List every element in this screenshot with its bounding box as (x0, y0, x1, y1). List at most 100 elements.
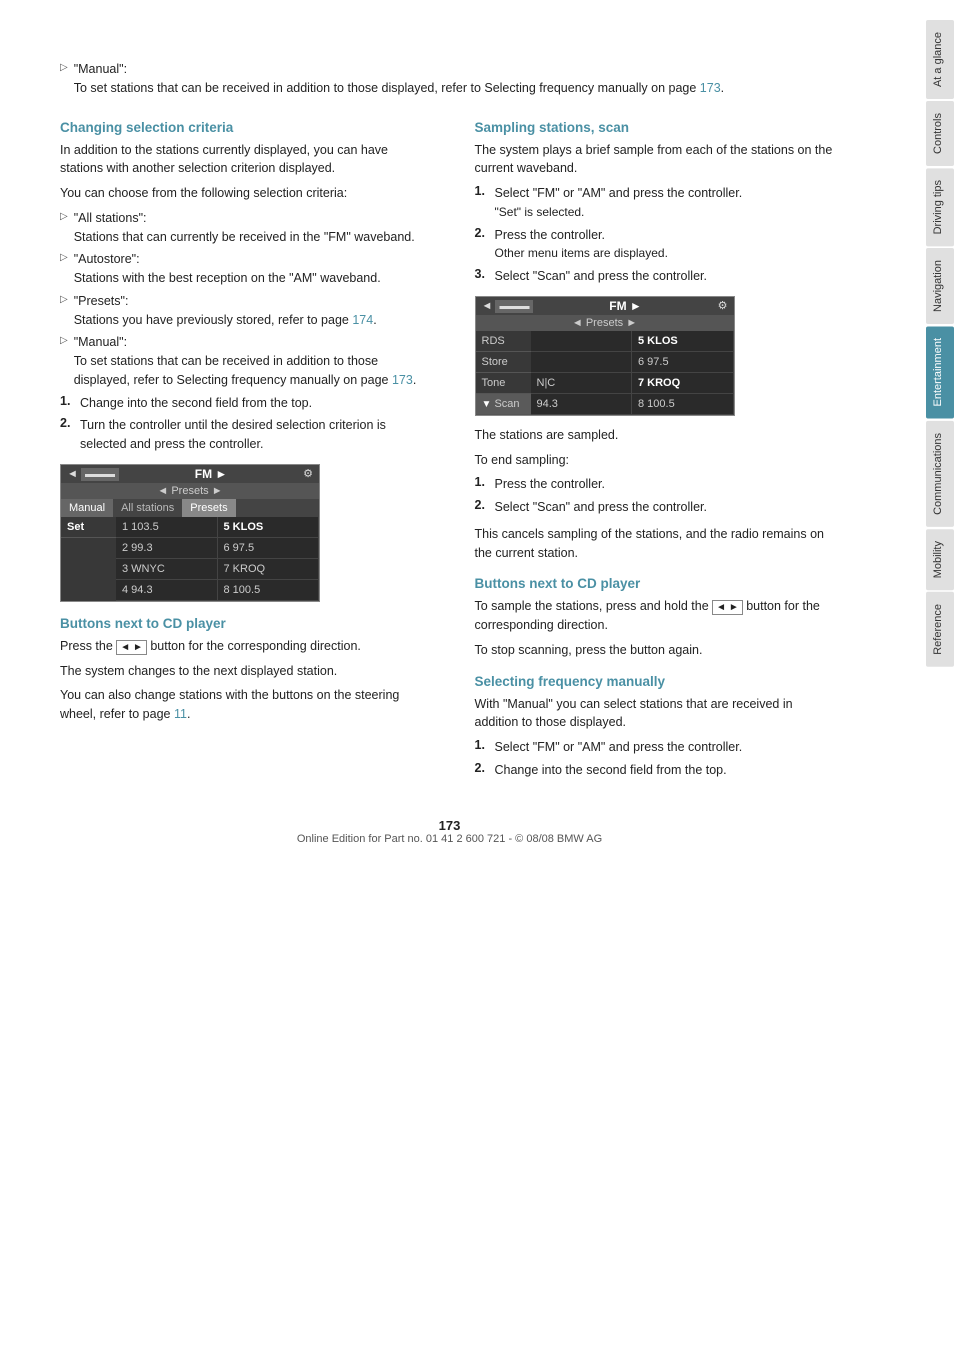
criteria-para1: In addition to the stations currently di… (60, 141, 425, 179)
end-text-1: Press the controller. (495, 475, 605, 494)
bullet-text-1: "All stations": Stations that can curren… (74, 209, 415, 247)
sample-num-2: 2. (475, 226, 495, 240)
selecting-freq-para1: With "Manual" you can select stations th… (475, 695, 840, 733)
stations-sampled: The stations are sampled. (475, 426, 840, 445)
step-num-2: 2. (60, 416, 80, 430)
cell-4-2: 8 100.5 (218, 580, 320, 601)
bullet-presets: ▷ "Presets": Stations you have previousl… (60, 292, 425, 330)
radio-grid-2: 5 KLOS 6 97.5 N|C 7 KROQ 94.3 8 100.5 (531, 331, 734, 415)
intro-bullet-text: "Manual": To set stations that can be re… (74, 60, 724, 98)
radio-top-bar-1: ◄ ▬▬▬ FM ► ⚙ (61, 465, 319, 483)
freq-text-1: Select "FM" or "AM" and press the contro… (495, 738, 743, 757)
sidebar-tab-at-a-glance[interactable]: At a glance (926, 20, 954, 99)
radio-body-1: Set 1 103.5 5 KLOS 2 99.3 6 97.5 3 WNYC … (61, 517, 319, 601)
intro-bullet: ▷ "Manual": To set stations that can be … (60, 60, 839, 98)
sidebar-rds[interactable]: RDS (476, 331, 531, 352)
cell-3-1: 3 WNYC (116, 559, 218, 580)
criteria-steps: 1. Change into the second field from the… (60, 394, 425, 454)
end-num-1: 1. (475, 475, 495, 489)
steering-link[interactable]: 11 (174, 707, 187, 721)
criteria-para2: You can choose from the following select… (60, 184, 425, 203)
sample-num-1: 1. (475, 184, 495, 198)
sampling-para1: The system plays a brief sample from eac… (475, 141, 840, 179)
cell-3-2: 7 KROQ (218, 559, 320, 580)
radio-display-1: ◄ ▬▬▬ FM ► ⚙ ◄ Presets ► Manual All stat… (60, 464, 320, 602)
sidebar-tab-controls[interactable]: Controls (926, 101, 954, 166)
sidebar-scan[interactable]: ▼ Scan (476, 394, 531, 415)
radio-sidebar-2: RDS Store Tone ▼ Scan (476, 331, 531, 415)
freq-step-2: 2. Change into the second field from the… (475, 761, 840, 780)
cell-2-2: 6 97.5 (218, 538, 320, 559)
sidebar-tab-reference[interactable]: Reference (926, 592, 954, 667)
top-bar-fm-2: FM ► (609, 299, 642, 313)
step-text-2: Turn the controller until the desired se… (80, 416, 425, 454)
radio-grid-1: 1 103.5 5 KLOS 2 99.3 6 97.5 3 WNYC 7 KR… (116, 517, 319, 601)
selecting-freq-steps: 1. Select "FM" or "AM" and press the con… (475, 738, 840, 780)
end-step-2: 2. Select "Scan" and press the controlle… (475, 498, 840, 517)
sidebar-tab-mobility[interactable]: Mobility (926, 529, 954, 590)
sampling-heading: Sampling stations, scan (475, 120, 840, 135)
step-1: 1. Change into the second field from the… (60, 394, 425, 413)
freq-num-1: 1. (475, 738, 495, 752)
radio-body-2: RDS Store Tone ▼ Scan 5 KLOS 6 97.5 N|C (476, 331, 734, 415)
cell-4-1: 4 94.3 (116, 580, 218, 601)
left-column: Changing selection criteria In addition … (60, 106, 435, 788)
buttons-cd-left-para1: Press the ◄ ► button for the correspondi… (60, 637, 425, 656)
radio-sidebar-1: Set (61, 517, 116, 601)
step-text-1: Change into the second field from the to… (80, 394, 312, 413)
sidebar-store[interactable]: Store (476, 352, 531, 373)
end-sampling-steps: 1. Press the controller. 2. Select "Scan… (475, 475, 840, 517)
freq-text-2: Change into the second field from the to… (495, 761, 727, 780)
top-bar-icon-2: ⚙ (718, 299, 728, 312)
selecting-freq-heading: Selecting frequency manually (475, 674, 840, 689)
manual-link[interactable]: 173 (392, 373, 413, 387)
right-sidebar: At a glance Controls Driving tips Naviga… (869, 0, 954, 1350)
bullet-arrow-1: ▷ (60, 211, 68, 222)
end-text-2: Select "Scan" and press the controller. (495, 498, 707, 517)
sidebar-tab-navigation[interactable]: Navigation (926, 248, 954, 324)
page-footer: 173 Online Edition for Part no. 01 41 2 … (60, 818, 839, 845)
buttons-cd-right-para2: To stop scanning, press the button again… (475, 641, 840, 660)
sidebar-tone[interactable]: Tone (476, 373, 531, 394)
scan-cell-2-2: 6 97.5 (632, 352, 734, 373)
sampling-steps: 1. Select "FM" or "AM" and press the con… (475, 184, 840, 286)
sample-text-1: Select "FM" or "AM" and press the contro… (495, 184, 743, 222)
end-note: This cancels sampling of the stations, a… (475, 525, 840, 563)
buttons-cd-right-heading: Buttons next to CD player (475, 576, 840, 591)
top-bar-left-2: ◄ ▬▬▬ (482, 300, 534, 312)
radio-second-bar-1: ◄ Presets ► (61, 483, 319, 499)
step-num-1: 1. (60, 394, 80, 408)
bullet-text-4: "Manual": To set stations that can be re… (74, 333, 425, 389)
bullet-arrow-2: ▷ (60, 252, 68, 263)
top-bar-icon-1: ⚙ (303, 467, 313, 480)
buttons-cd-right-para1: To sample the stations, press and hold t… (475, 597, 840, 635)
presets-link[interactable]: 174 (352, 313, 373, 327)
page-number: 173 (60, 818, 839, 833)
scan-cell-1-1 (531, 331, 633, 352)
sample-step-3: 3. Select "Scan" and press the controlle… (475, 267, 840, 286)
sidebar-set[interactable]: Set (61, 517, 116, 538)
tab-presets[interactable]: Presets (182, 499, 235, 517)
sample-num-3: 3. (475, 267, 495, 281)
tab-all-stations[interactable]: All stations (113, 499, 182, 517)
scan-cell-3-1: N|C (531, 373, 633, 394)
buttons-cd-left-heading: Buttons next to CD player (60, 616, 425, 631)
tab-manual[interactable]: Manual (61, 499, 113, 517)
sidebar-tab-communications[interactable]: Communications (926, 421, 954, 527)
bullet-arrow-4: ▷ (60, 335, 68, 346)
top-bar-fm-1: FM ► (195, 467, 228, 481)
bullet-manual: ▷ "Manual": To set stations that can be … (60, 333, 425, 389)
sample-text-3: Select "Scan" and press the controller. (495, 267, 707, 286)
freq-step-1: 1. Select "FM" or "AM" and press the con… (475, 738, 840, 757)
bullet-arrow-3: ▷ (60, 294, 68, 305)
radio-second-bar-2: ◄ Presets ► (476, 315, 734, 331)
radio-top-bar-2: ◄ ▬▬▬ FM ► ⚙ (476, 297, 734, 315)
sample-step-1: 1. Select "FM" or "AM" and press the con… (475, 184, 840, 222)
radio-display-2: ◄ ▬▬▬ FM ► ⚙ ◄ Presets ► RDS Store Tone … (475, 296, 735, 416)
sidebar-tab-entertainment[interactable]: Entertainment (926, 326, 954, 418)
scan-cell-3-2: 7 KROQ (632, 373, 734, 394)
bullet-all-stations: ▷ "All stations": Stations that can curr… (60, 209, 425, 247)
intro-link[interactable]: 173 (700, 81, 721, 95)
sidebar-tab-driving-tips[interactable]: Driving tips (926, 168, 954, 246)
bullet-triangle: ▷ (60, 62, 68, 73)
